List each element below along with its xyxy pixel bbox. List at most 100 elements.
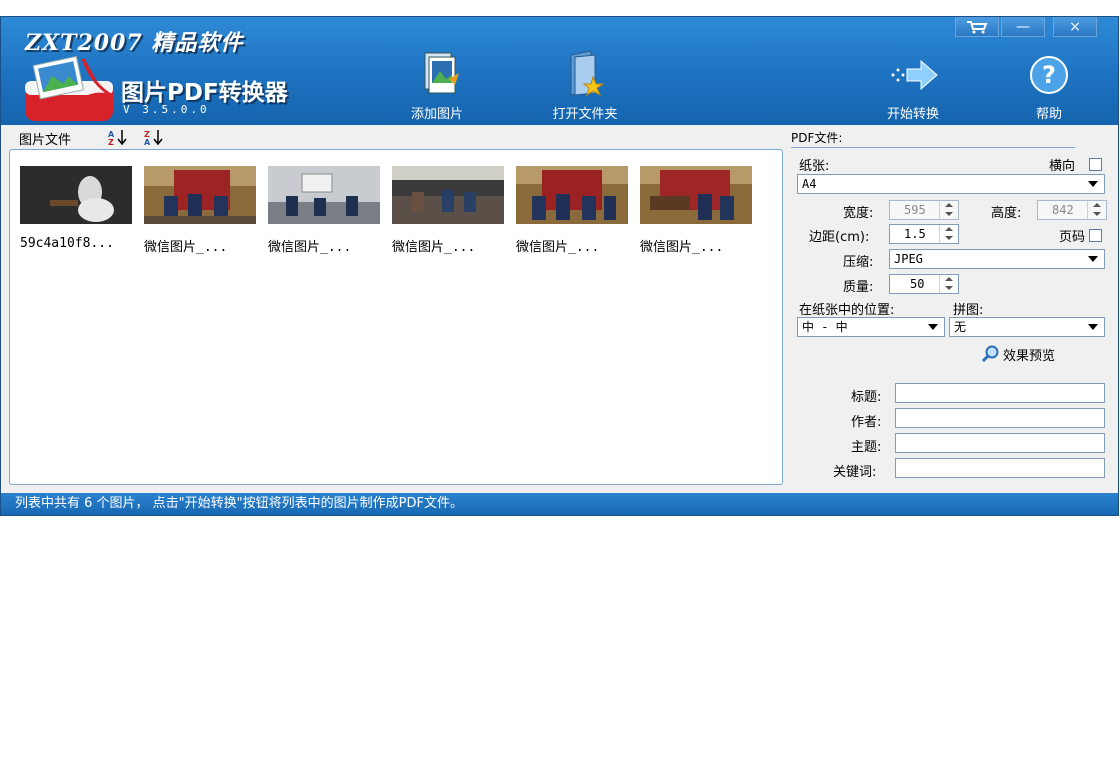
app-window: ZXT2007 精品软件 图片PDF转换器 V 3.5.0.0 添加图片 打开文… [0, 16, 1119, 516]
height-label: 高度: [991, 206, 1022, 221]
add-images-label: 添加图片 [410, 107, 463, 122]
help-button[interactable]: ? 帮助 [999, 49, 1099, 122]
pdf-section-title: PDF文件: [791, 131, 843, 145]
paper-select[interactable]: A4 [797, 174, 1105, 194]
list-item[interactable]: 微信图片_... [640, 166, 752, 255]
margin-value: 1.5 [904, 227, 926, 241]
width-input[interactable]: 595 [889, 200, 959, 220]
compression-label: 压缩: [843, 255, 874, 270]
list-item[interactable]: 微信图片_... [516, 166, 628, 255]
keywords-input[interactable] [895, 458, 1105, 478]
item-filename: 59c4a10f8... [20, 236, 114, 251]
list-item[interactable]: 微信图片_... [144, 166, 256, 255]
arrow-right-icon [891, 59, 938, 91]
margin-stepper[interactable] [939, 225, 958, 243]
chevron-down-icon [1088, 256, 1098, 262]
add-images-button[interactable]: 添加图片 [387, 49, 487, 122]
height-value: 842 [1052, 203, 1074, 217]
app-logo-icon [25, 55, 113, 121]
image-thumbnail [268, 166, 380, 224]
folder-icon [570, 50, 605, 97]
item-filename: 微信图片_... [268, 240, 352, 255]
help-icon: ? [1030, 56, 1068, 94]
section-divider [791, 147, 1075, 148]
landscape-checkbox[interactable] [1089, 158, 1102, 171]
image-list-panel: 图片文件 A Z Z A 59c4a10f8... 微信图片_... 微信图片_… [1, 125, 787, 493]
quality-stepper[interactable] [939, 275, 958, 293]
app-title: 图片PDF转换器 [121, 80, 288, 106]
width-label: 宽度: [843, 206, 874, 221]
quality-value: 50 [910, 277, 925, 291]
margin-input[interactable]: 1.5 [889, 224, 959, 244]
pdf-settings-panel: PDF文件: 纸张: 横向 A4 宽度: 595 高度: 842 边距(cm):… [787, 125, 1118, 493]
author-label: 作者: [851, 415, 882, 430]
margin-label: 边距(cm): [809, 230, 870, 245]
paper-label: 纸张: [799, 159, 830, 174]
image-thumbnail [640, 166, 752, 224]
image-thumbnail [20, 166, 132, 224]
width-value: 595 [904, 203, 926, 217]
cart-button[interactable] [955, 17, 999, 37]
author-input[interactable] [895, 408, 1105, 428]
help-label: 帮助 [1035, 107, 1062, 122]
image-thumbnail [392, 166, 504, 224]
collage-select[interactable]: 无 [949, 317, 1105, 337]
landscape-label: 横向 [1049, 159, 1076, 174]
status-text: 列表中共有 6 个图片， 点击"开始转换"按钮将列表中的图片制作成PDF文件。 [15, 496, 463, 511]
sort-za-icon[interactable]: Z A [143, 128, 165, 146]
image-files-label: 图片文件 [19, 133, 72, 148]
item-filename: 微信图片_... [392, 240, 476, 255]
collage-label: 拼图: [953, 303, 984, 318]
list-item[interactable]: 59c4a10f8... [20, 166, 132, 251]
title-label: 标题: [851, 390, 882, 405]
position-select[interactable]: 中 - 中 [797, 317, 945, 337]
app-version: V 3.5.0.0 [123, 103, 210, 116]
page-number-label: 页码 [1059, 230, 1086, 245]
start-convert-label: 开始转换 [886, 107, 939, 122]
close-button[interactable]: × [1053, 17, 1097, 37]
svg-text:A: A [144, 138, 151, 146]
list-item[interactable]: 微信图片_... [268, 166, 380, 255]
subject-label: 主题: [851, 440, 882, 455]
image-thumbnail [144, 166, 256, 224]
chevron-down-icon [1088, 324, 1098, 330]
height-stepper[interactable] [1087, 201, 1106, 219]
title-header: ZXT2007 精品软件 图片PDF转换器 V 3.5.0.0 添加图片 打开文… [1, 17, 1118, 125]
open-folder-button[interactable]: 打开文件夹 [535, 49, 635, 122]
collage-value: 无 [954, 320, 967, 334]
position-value: 中 - 中 [802, 320, 848, 334]
page-number-checkbox[interactable] [1089, 229, 1102, 242]
list-toolbar: 图片文件 A Z Z A [1, 125, 787, 149]
item-filename: 微信图片_... [144, 240, 228, 255]
add-image-icon [424, 52, 459, 94]
list-item[interactable]: 微信图片_... [392, 166, 504, 255]
minimize-button[interactable]: — [1001, 17, 1045, 37]
paper-value: A4 [802, 177, 817, 191]
status-bar: 列表中共有 6 个图片， 点击"开始转换"按钮将列表中的图片制作成PDF文件。 [1, 493, 1118, 515]
width-stepper[interactable] [939, 201, 958, 219]
compression-select[interactable]: JPEG [889, 249, 1105, 269]
keywords-label: 关键词: [833, 465, 877, 480]
item-filename: 微信图片_... [640, 240, 724, 255]
svg-text:Z: Z [108, 138, 114, 146]
item-filename: 微信图片_... [516, 240, 600, 255]
sort-az-icon[interactable]: A Z [107, 128, 129, 146]
image-list[interactable]: 59c4a10f8... 微信图片_... 微信图片_... 微信图片_... … [9, 149, 783, 485]
quality-input[interactable]: 50 [889, 274, 959, 294]
chevron-down-icon [928, 324, 938, 330]
height-input[interactable]: 842 [1037, 200, 1107, 220]
subject-input[interactable] [895, 433, 1105, 453]
brand-label: ZXT2007 精品软件 [25, 30, 244, 56]
compression-value: JPEG [894, 252, 923, 266]
start-convert-button[interactable]: 开始转换 [863, 49, 963, 122]
cart-icon [967, 21, 988, 34]
image-thumbnail [516, 166, 628, 224]
magnifier-icon [981, 345, 999, 363]
svg-text:?: ? [1042, 61, 1056, 89]
position-label: 在纸张中的位置: [799, 303, 895, 318]
preview-label: 效果预览 [1003, 349, 1056, 364]
open-folder-label: 打开文件夹 [552, 107, 618, 122]
title-input[interactable] [895, 383, 1105, 403]
quality-label: 质量: [843, 280, 874, 295]
chevron-down-icon [1088, 181, 1098, 187]
